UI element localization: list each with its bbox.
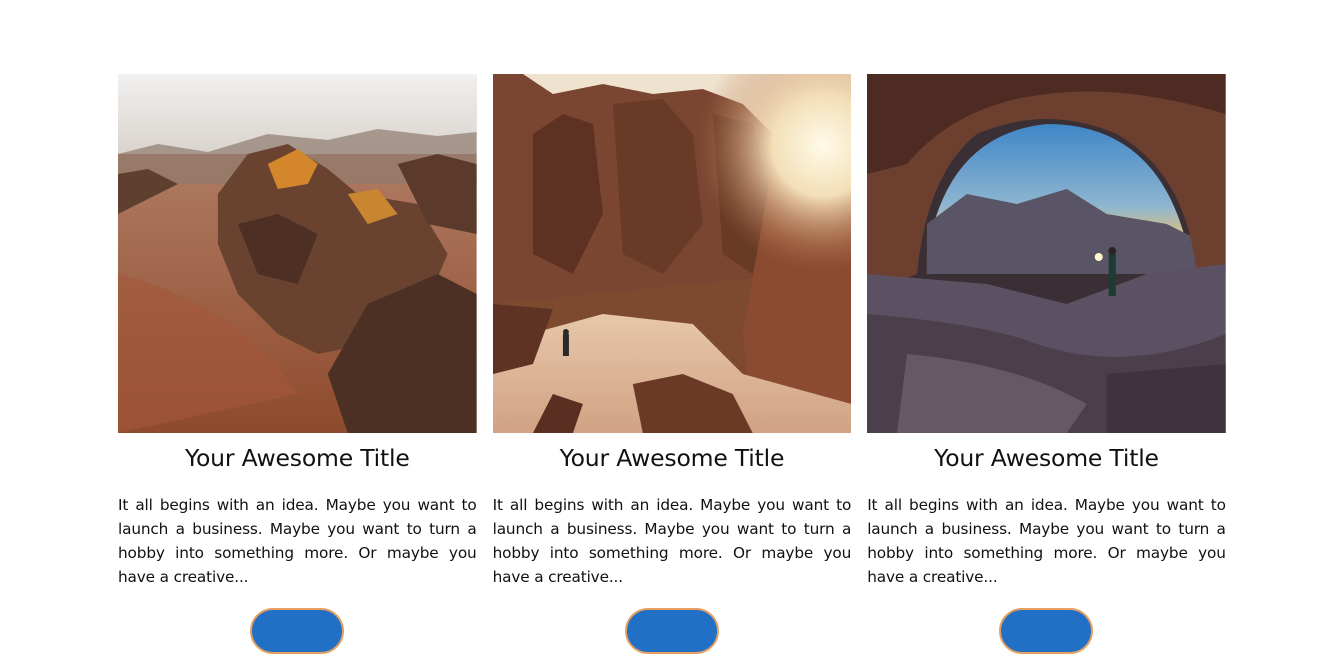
- card-image-canyon-hiker[interactable]: [492, 74, 852, 433]
- card-excerpt: It all begins with an idea. Maybe you wa…: [492, 496, 852, 586]
- card-image-rock-arch[interactable]: [867, 74, 1226, 433]
- blog-card: Your Awesome Title It all begins with an…: [492, 74, 852, 654]
- blog-cards-row: Your Awesome Title It all begins with an…: [118, 74, 1226, 654]
- read-more-button[interactable]: [250, 608, 345, 654]
- read-more-button[interactable]: [999, 608, 1094, 654]
- blog-card: Your Awesome Title It all begins with an…: [867, 74, 1226, 654]
- desert-aerial-image: [118, 74, 477, 433]
- card-button-wrap: [493, 608, 852, 654]
- card-title[interactable]: Your Awesome Title: [867, 443, 1226, 473]
- card-image-desert-aerial[interactable]: [118, 74, 477, 433]
- blog-card: Your Awesome Title It all begins with an…: [118, 74, 477, 654]
- card-title[interactable]: Your Awesome Title: [118, 443, 477, 473]
- card-button-wrap: [118, 608, 477, 654]
- rock-arch-image: [867, 74, 1226, 433]
- card-title[interactable]: Your Awesome Title: [493, 443, 852, 473]
- card-excerpt: It all begins with an idea. Maybe you wa…: [118, 496, 477, 586]
- card-excerpt: It all begins with an idea. Maybe you wa…: [867, 496, 1226, 586]
- card-button-wrap: [867, 608, 1226, 654]
- canyon-hiker-image: [492, 74, 852, 433]
- read-more-button[interactable]: [624, 608, 719, 654]
